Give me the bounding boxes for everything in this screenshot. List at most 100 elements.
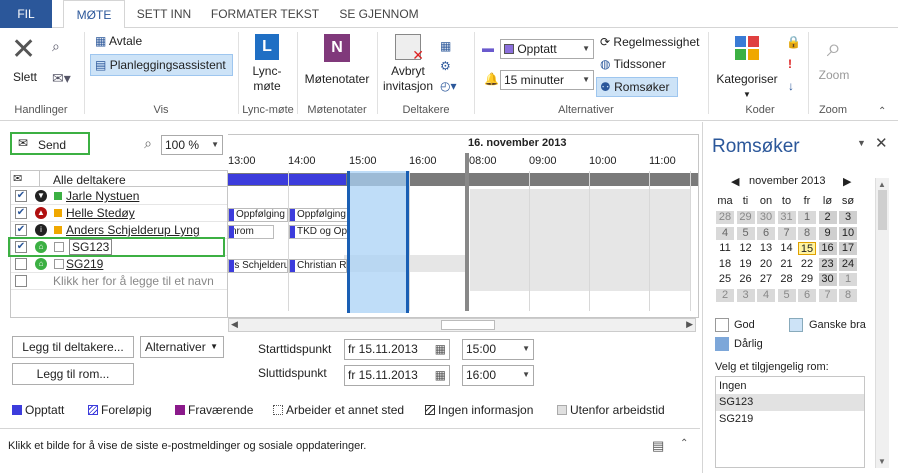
calendar-day[interactable]: 27 bbox=[757, 273, 775, 286]
time-zones-button[interactable]: ◍ Tidssoner bbox=[600, 56, 666, 72]
scroll-right-icon[interactable]: ▶ bbox=[686, 319, 693, 330]
calendar-day[interactable]: 10 bbox=[839, 226, 857, 240]
calendar-day[interactable]: 12 bbox=[736, 242, 755, 255]
attendee-name[interactable]: Jarle Nystuen bbox=[66, 188, 139, 204]
calendar-day[interactable]: 5 bbox=[777, 288, 796, 302]
calendar-day[interactable]: 3 bbox=[839, 211, 857, 224]
calendar-day[interactable]: 2 bbox=[716, 288, 734, 302]
calendar-day[interactable]: 1 bbox=[839, 273, 857, 286]
calendar-day[interactable]: 21 bbox=[777, 257, 796, 271]
attendee-checkbox[interactable]: ✔ bbox=[15, 207, 27, 219]
calendar-day[interactable]: 11 bbox=[716, 242, 734, 255]
calendar-day[interactable]: 4 bbox=[757, 288, 775, 302]
scroll-down-icon[interactable]: ▼ bbox=[878, 457, 886, 466]
recurrence-button[interactable]: ⟳ Regelmessighet bbox=[600, 34, 699, 50]
schedule-grid[interactable]: 16. november 2013 13:00 14:00 15:00 16:0… bbox=[228, 134, 699, 318]
tab-meeting[interactable]: MØTE bbox=[63, 0, 125, 29]
room-item[interactable]: Ingen bbox=[716, 379, 864, 394]
check-names-icon[interactable]: ⚙ bbox=[440, 58, 451, 74]
calendar-day[interactable]: 18 bbox=[716, 257, 734, 271]
add-rooms-button[interactable]: Legg til rom... bbox=[12, 363, 134, 385]
address-book-icon[interactable]: ▦ bbox=[440, 38, 451, 54]
room-finder-button[interactable]: ⚉ Romsøker bbox=[596, 77, 678, 97]
calendar-day[interactable]: 22 bbox=[798, 257, 816, 271]
low-importance-icon[interactable]: ↓ bbox=[788, 78, 794, 94]
calendar-day[interactable]: 8 bbox=[798, 226, 816, 240]
next-month-icon[interactable]: ▶ bbox=[843, 175, 851, 188]
zoom-button[interactable]: ⌕ Zoom bbox=[812, 32, 856, 83]
busy-block[interactable]: nrom bbox=[228, 225, 274, 239]
reminder-select[interactable]: 15 minutter ▼ bbox=[500, 70, 594, 90]
meeting-time-selection[interactable] bbox=[347, 171, 409, 313]
calendar-day[interactable]: 6 bbox=[798, 288, 816, 302]
attendee-checkbox[interactable]: ✔ bbox=[15, 190, 27, 202]
optional-attendee-icon[interactable]: i bbox=[35, 224, 47, 236]
end-time-field[interactable]: 16:00 ▼ bbox=[462, 365, 534, 386]
tab-format-text[interactable]: FORMATER TEKST bbox=[204, 0, 326, 28]
calendar-day[interactable]: 5 bbox=[736, 226, 755, 240]
calendar-day[interactable]: 7 bbox=[777, 226, 796, 240]
meeting-notes-button[interactable]: N Møtenotater bbox=[300, 32, 374, 87]
lync-meeting-button[interactable]: L Lync- møte bbox=[244, 32, 290, 94]
tab-file[interactable]: FIL bbox=[0, 0, 52, 28]
calendar-day[interactable]: 6 bbox=[757, 226, 775, 240]
mini-calendar[interactable]: ma ti on to fr lø sø 28 29 30 31 1 2 3 4 5 6 7 8 9 10 11 12 13 1… bbox=[715, 195, 865, 305]
busy-block[interactable]: rs Schjelderup L bbox=[228, 259, 288, 273]
busy-block[interactable]: TKD og Oper bbox=[289, 225, 349, 239]
calendar-day[interactable]: 31 bbox=[777, 211, 796, 224]
required-attendee-icon[interactable]: ▼ bbox=[35, 190, 47, 202]
calendar-day[interactable]: 15 bbox=[798, 242, 816, 255]
room-item[interactable]: SG219 bbox=[716, 411, 864, 427]
collapse-ribbon-icon[interactable]: ⌃ bbox=[878, 104, 886, 120]
zoom-page-icon[interactable]: ⌕ bbox=[52, 38, 60, 54]
options-button[interactable]: Alternativer ▼ bbox=[140, 336, 224, 358]
people-pane-icon[interactable]: ▤ bbox=[652, 438, 664, 454]
forward-icon[interactable]: ✉▾ bbox=[52, 70, 71, 86]
end-date-field[interactable]: fr 15.11.2013 ▦ bbox=[344, 365, 450, 386]
calendar-day[interactable]: 4 bbox=[716, 226, 734, 240]
scroll-thumb[interactable] bbox=[441, 320, 495, 330]
start-time-field[interactable]: 15:00 ▼ bbox=[462, 339, 534, 360]
attendee-row[interactable]: ⌂ SG219 bbox=[11, 256, 227, 273]
calendar-day[interactable]: 13 bbox=[757, 242, 775, 255]
busy-block[interactable]: Oppfølging a bbox=[228, 208, 288, 222]
zoom-magnifier-icon[interactable]: ⌕ bbox=[138, 135, 158, 153]
appointment-button[interactable]: ▦ Avtale bbox=[95, 33, 142, 49]
calendar-day[interactable]: 30 bbox=[818, 273, 837, 286]
calendar-day[interactable]: 29 bbox=[798, 273, 816, 286]
attendee-checkbox[interactable] bbox=[15, 258, 27, 270]
schedule-zoom-select[interactable]: 100 % ▼ bbox=[161, 135, 223, 155]
busy-block[interactable]: Oppfølging a bbox=[289, 208, 349, 222]
pane-vscrollbar[interactable]: ▲ ▼ bbox=[875, 178, 889, 468]
add-attendees-button[interactable]: Legg til deltakere... bbox=[12, 336, 134, 358]
calendar-picker-icon[interactable]: ▦ bbox=[435, 366, 446, 384]
calendar-day[interactable]: 23 bbox=[818, 257, 837, 271]
schedule-hscrollbar[interactable]: ◀ ▶ bbox=[228, 318, 696, 332]
mail-icon[interactable]: ✉ bbox=[13, 172, 22, 185]
room-resource-icon[interactable]: ⌂ bbox=[35, 258, 47, 270]
calendar-day[interactable]: 19 bbox=[736, 257, 755, 271]
tab-review[interactable]: SE GJENNOM bbox=[330, 0, 428, 28]
calendar-day[interactable]: 14 bbox=[777, 242, 796, 255]
calendar-day[interactable]: 17 bbox=[839, 242, 857, 255]
scroll-left-icon[interactable]: ◀ bbox=[231, 319, 238, 330]
calendar-day[interactable]: 30 bbox=[757, 211, 775, 224]
calendar-picker-icon[interactable]: ▦ bbox=[435, 340, 446, 358]
calendar-day[interactable]: 8 bbox=[839, 288, 857, 302]
calendar-day[interactable]: 29 bbox=[736, 211, 755, 224]
delete-button[interactable]: ✕ Slett bbox=[6, 32, 44, 96]
cancel-invitation-button[interactable]: ✕ Avbryt invitasjon bbox=[381, 32, 435, 94]
calendar-day[interactable]: 3 bbox=[736, 288, 755, 302]
calendar-day[interactable]: 20 bbox=[757, 257, 775, 271]
categorize-button[interactable]: Kategoriser ▼ bbox=[714, 32, 780, 102]
send-button[interactable]: ✉ Send bbox=[10, 132, 90, 155]
attendee-row[interactable]: ✔ ▲ Helle Stedøy bbox=[11, 205, 227, 222]
calendar-day[interactable]: 16 bbox=[818, 242, 837, 255]
calendar-day[interactable]: 25 bbox=[716, 273, 734, 286]
tab-insert[interactable]: SETT INN bbox=[128, 0, 200, 28]
pane-menu-icon[interactable]: ▼ bbox=[857, 138, 866, 148]
calendar-day[interactable]: 28 bbox=[716, 211, 734, 224]
attendee-checkbox[interactable]: ✔ bbox=[15, 224, 27, 236]
calendar-day[interactable]: 28 bbox=[777, 273, 796, 286]
busy-block[interactable]: Christian Ran bbox=[289, 259, 347, 273]
